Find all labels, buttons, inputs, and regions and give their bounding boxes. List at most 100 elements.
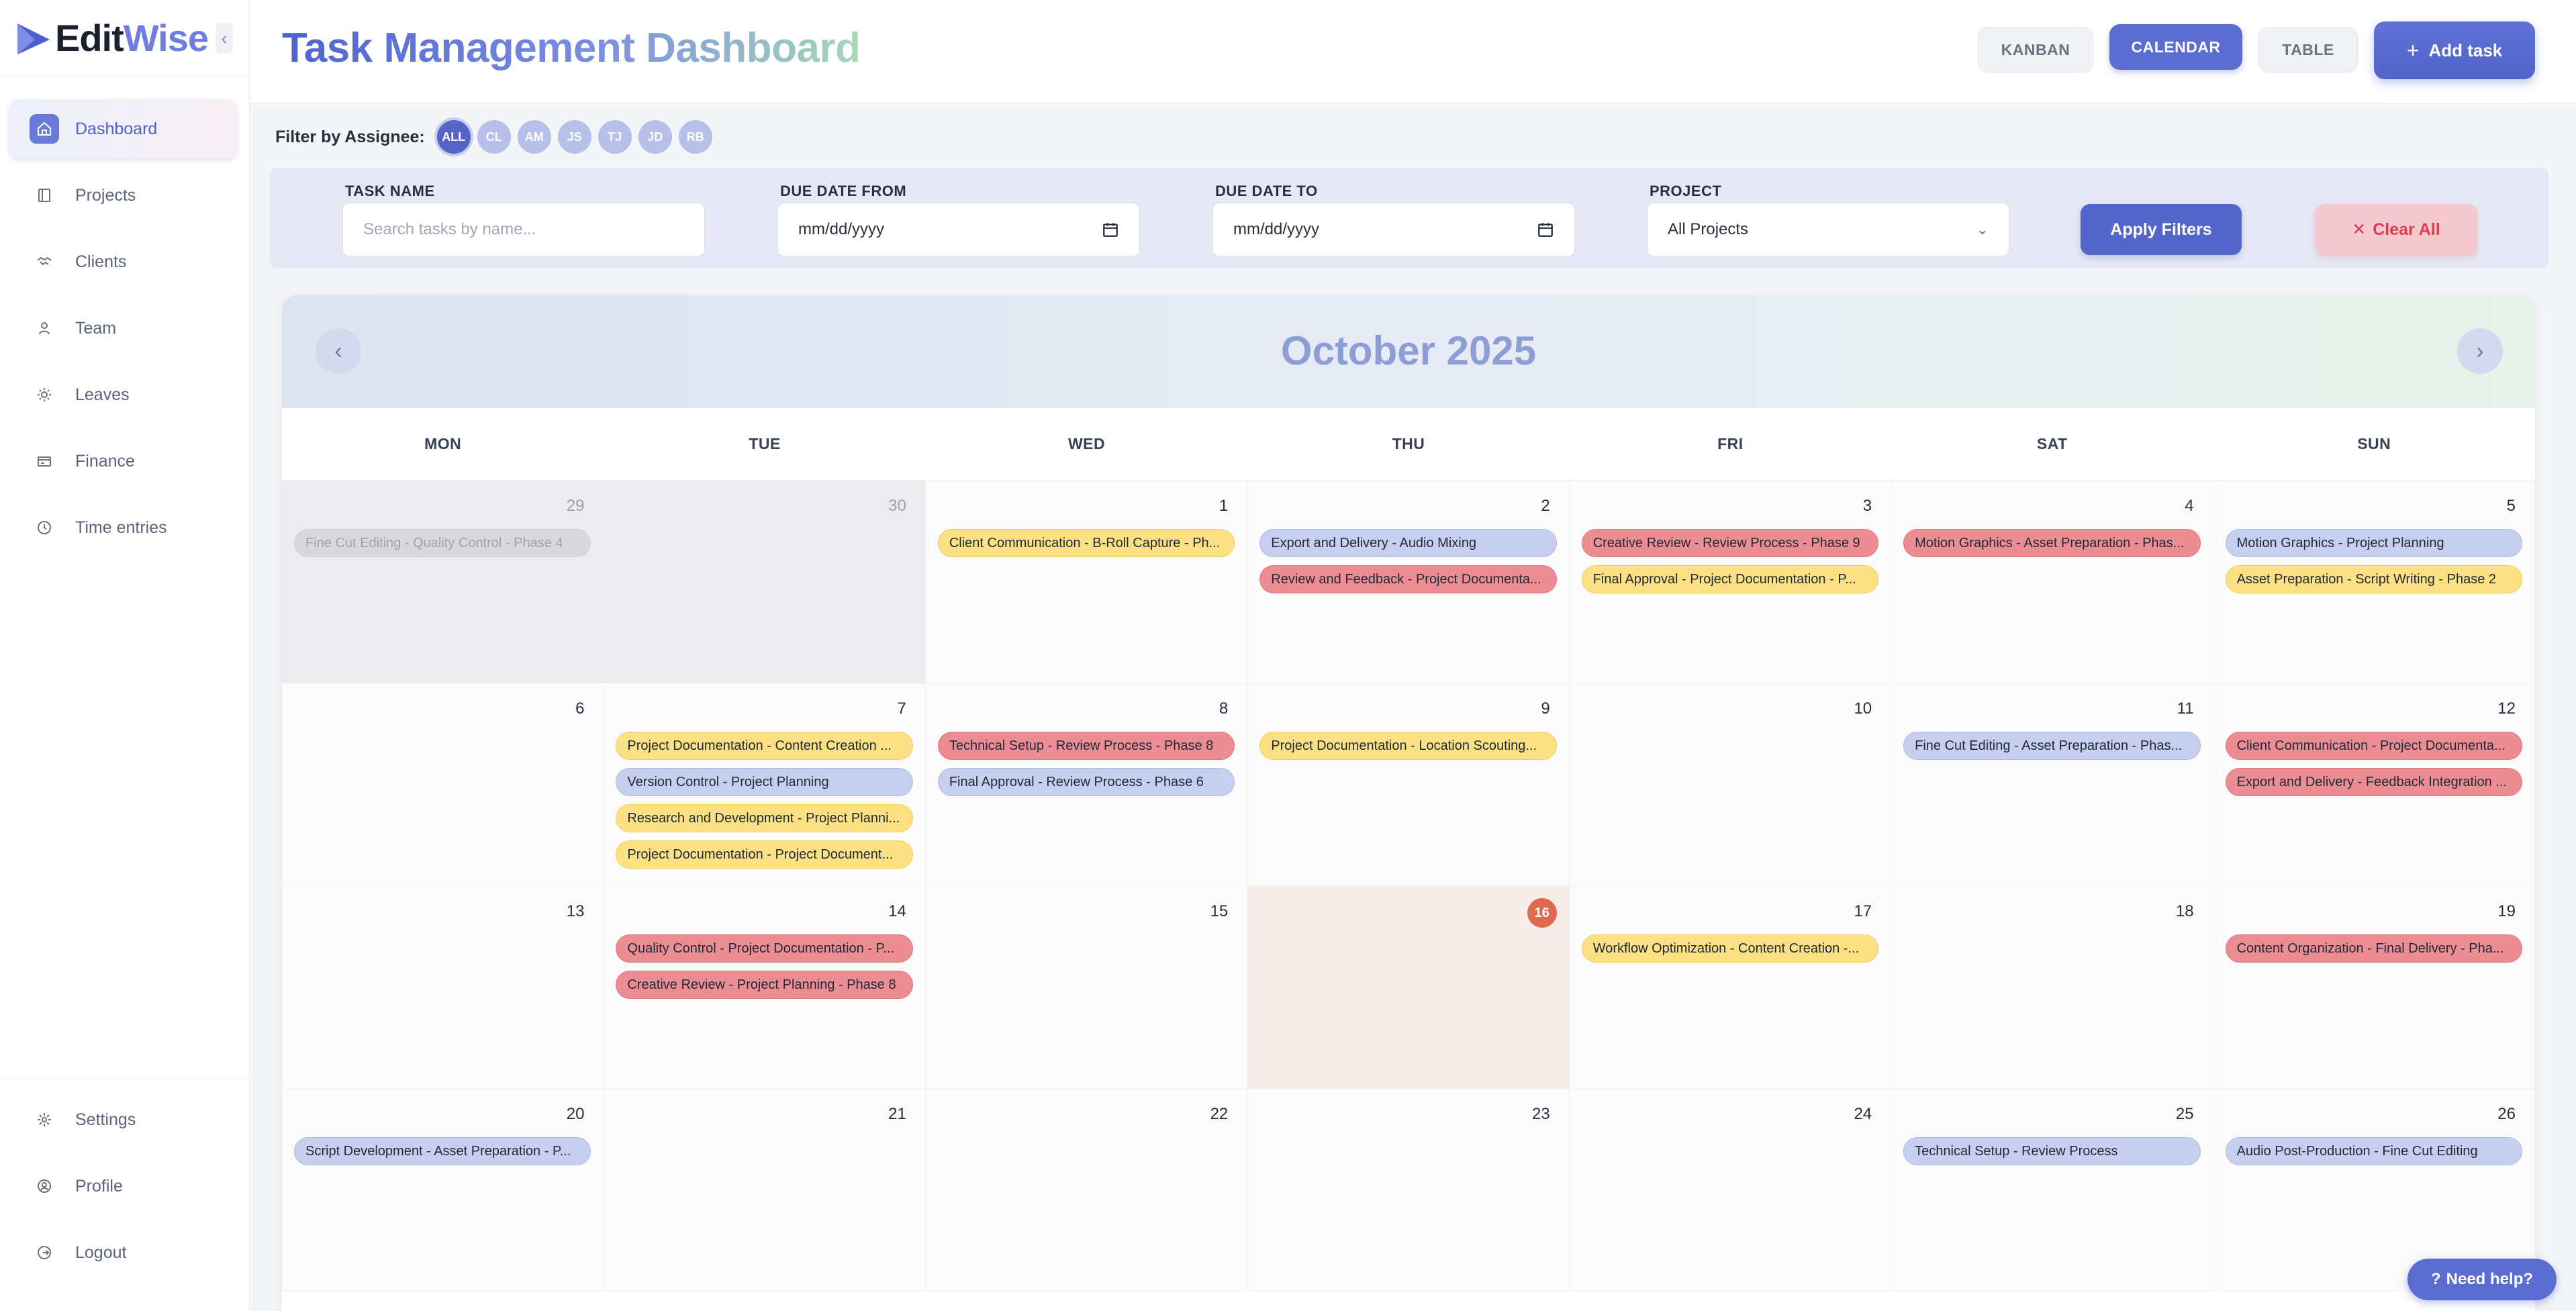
sidebar-item-logout[interactable]: Logout <box>9 1223 238 1282</box>
sidebar: EditWise ‹ Dashboard Projects Clients Te… <box>0 0 250 1311</box>
calendar-day[interactable]: 24 <box>1569 1089 1892 1292</box>
day-number: 25 <box>2175 1105 2194 1123</box>
task-chip[interactable]: Export and Delivery - Audio Mixing <box>1259 529 1557 557</box>
assignee-chip-jd[interactable]: JD <box>638 120 672 154</box>
calendar-day-today[interactable]: 16 <box>1247 886 1570 1089</box>
calendar-day[interactable]: 4 Motion Graphics - Asset Preparation - P… <box>1891 481 2213 683</box>
clear-all-label: Clear All <box>2373 220 2440 239</box>
assignee-chip-js[interactable]: JS <box>557 120 591 154</box>
day-number: 23 <box>1532 1105 1550 1123</box>
calendar-day[interactable]: 23 <box>1247 1089 1570 1292</box>
task-chip[interactable]: Version Control - Project Planning <box>616 768 913 796</box>
calendar-day[interactable]: 30 <box>604 481 926 683</box>
calendar-day[interactable]: 6 <box>282 683 604 886</box>
calendar-day[interactable]: 17 Workflow Optimization - Content Creati… <box>1569 886 1892 1089</box>
calendar-day[interactable]: 14 Quality Control - Project Documentatio… <box>604 886 926 1089</box>
task-chip[interactable]: Motion Graphics - Asset Preparation - Ph… <box>1903 529 2201 557</box>
assignee-chip-rb[interactable]: RB <box>678 120 712 154</box>
sidebar-item-team[interactable]: Team <box>9 299 237 358</box>
calendar-day[interactable]: 5 Motion Graphics - Project Planning Asset… <box>2213 481 2535 683</box>
calendar-day[interactable]: 1 Client Communication - B-Roll Capture -… <box>925 481 1248 683</box>
day-number: 3 <box>1862 497 1872 515</box>
task-chip[interactable]: Client Communication - B-Roll Capture - … <box>937 529 1235 557</box>
day-number: 7 <box>897 699 906 718</box>
calendar-day[interactable]: 25 Technical Setup - Review Process <box>1891 1089 2213 1292</box>
sidebar-item-profile[interactable]: Profile <box>9 1157 238 1216</box>
calendar-day[interactable]: 19 Content Organization - Final Delivery … <box>2213 886 2535 1089</box>
task-chip[interactable]: Client Communication - Project Documenta… <box>2225 732 2522 760</box>
task-chip[interactable]: Creative Review - Review Process - Phase… <box>1581 529 1879 557</box>
sidebar-item-settings[interactable]: Settings <box>9 1090 238 1149</box>
next-month-button[interactable]: › <box>2457 328 2503 374</box>
due-from-input[interactable]: mm/dd/yyyy <box>777 203 1140 256</box>
task-chip[interactable]: Asset Preparation - Script Writing - Pha… <box>2225 565 2522 593</box>
assignee-chip-am[interactable]: AM <box>517 120 551 154</box>
view-table-button[interactable]: TABLE <box>2258 27 2358 72</box>
task-chip[interactable]: Technical Setup - Review Process <box>1903 1137 2201 1165</box>
task-chip[interactable]: Quality Control - Project Documentation … <box>616 934 913 963</box>
task-chip[interactable]: Final Approval - Review Process - Phase … <box>937 768 1235 796</box>
sidebar-item-clients[interactable]: Clients <box>9 232 237 291</box>
calendar-day[interactable]: 10 <box>1569 683 1892 886</box>
sidebar-item-finance[interactable]: Finance <box>9 432 237 491</box>
sidebar-bottom: Settings Profile Logout <box>0 1079 250 1311</box>
task-chip[interactable]: Project Documentation - Content Creation… <box>616 732 913 760</box>
day-number: 20 <box>566 1105 585 1123</box>
brand-header: EditWise ‹ <box>0 0 249 77</box>
due-to-input[interactable]: mm/dd/yyyy <box>1212 203 1575 256</box>
task-chip[interactable]: Workflow Optimization - Content Creation… <box>1581 934 1879 963</box>
sidebar-item-projects[interactable]: Projects <box>9 166 237 225</box>
sidebar-collapse-button[interactable]: ‹ <box>216 23 233 54</box>
sidebar-item-time-entries[interactable]: Time entries <box>9 498 237 557</box>
brand-logo-icon <box>17 23 50 54</box>
project-select[interactable]: All Projects ⌄ <box>1647 203 2009 256</box>
calendar-day[interactable]: 8 Technical Setup - Review Process - Phas… <box>925 683 1248 886</box>
calendar-day[interactable]: 15 <box>925 886 1248 1089</box>
calendar-day[interactable]: 13 <box>282 886 604 1089</box>
task-chip[interactable]: Project Documentation - Project Document… <box>616 840 913 869</box>
clear-all-button[interactable]: ✕ Clear All <box>2315 204 2477 255</box>
task-chip[interactable]: Final Approval - Project Documentation -… <box>1581 565 1879 593</box>
add-task-button[interactable]: + Add task <box>2374 21 2535 79</box>
task-chip[interactable]: Audio Post-Production - Fine Cut Editing <box>2225 1137 2522 1165</box>
day-number: 8 <box>1219 699 1229 718</box>
view-calendar-button[interactable]: CALENDAR <box>2109 24 2242 70</box>
filter-bar: TASK NAME Search tasks by name... DUE DA… <box>270 168 2548 269</box>
calendar-day[interactable]: 9 Project Documentation - Location Scouti… <box>1247 683 1570 886</box>
view-kanban-button[interactable]: KANBAN <box>1978 27 2093 72</box>
task-chip[interactable]: Creative Review - Project Planning - Pha… <box>616 971 913 999</box>
project-label: PROJECT <box>1650 183 1722 199</box>
assignee-chip-all[interactable]: ALL <box>436 120 471 154</box>
calendar-day[interactable]: 18 <box>1891 886 2213 1089</box>
task-chip[interactable]: Fine Cut Editing - Asset Preparation - P… <box>1903 732 2201 760</box>
need-help-button[interactable]: ? Need help? <box>2407 1259 2557 1300</box>
calendar-day[interactable]: 3 Creative Review - Review Process - Phas… <box>1569 481 1892 683</box>
task-name-input[interactable]: Search tasks by name... <box>342 203 705 256</box>
calendar-day[interactable]: 29 Fine Cut Editing - Quality Control - P… <box>282 481 604 683</box>
assignee-chip-cl[interactable]: CL <box>477 120 511 154</box>
sun-icon <box>30 380 59 409</box>
folder-icon <box>30 181 59 210</box>
calendar-day[interactable]: 22 <box>925 1089 1248 1292</box>
task-chip[interactable]: Export and Delivery - Feedback Integrati… <box>2225 768 2522 796</box>
sidebar-item-leaves[interactable]: Leaves <box>9 365 237 424</box>
task-chip[interactable]: Content Organization - Final Delivery - … <box>2225 934 2522 963</box>
calendar-day[interactable]: 2 Export and Delivery - Audio Mixing Revie… <box>1247 481 1570 683</box>
due-from-value: mm/dd/yyyy <box>798 220 885 238</box>
task-chip[interactable]: Project Documentation - Location Scoutin… <box>1259 732 1557 760</box>
calendar-day[interactable]: 12 Client Communication - Project Documen… <box>2213 683 2535 886</box>
calendar-day[interactable]: 20 Script Development - Asset Preparation… <box>282 1089 604 1292</box>
task-chip[interactable]: Motion Graphics - Project Planning <box>2225 529 2522 557</box>
task-chip[interactable]: Research and Development - Project Plann… <box>616 804 913 832</box>
task-chip[interactable]: Review and Feedback - Project Documenta.… <box>1259 565 1557 593</box>
assignee-chip-tj[interactable]: TJ <box>598 120 632 154</box>
calendar-day[interactable]: 7 Project Documentation - Content Creatio… <box>604 683 926 886</box>
day-number: 13 <box>566 902 585 920</box>
calendar-day[interactable]: 11 Fine Cut Editing - Asset Preparation -… <box>1891 683 2213 886</box>
apply-filters-button[interactable]: Apply Filters <box>2081 204 2242 255</box>
task-chip[interactable]: Technical Setup - Review Process - Phase… <box>937 732 1235 760</box>
calendar-day[interactable]: 21 <box>604 1089 926 1292</box>
sidebar-item-dashboard[interactable]: Dashboard <box>9 99 237 158</box>
task-chip[interactable]: Fine Cut Editing - Quality Control - Pha… <box>294 529 591 557</box>
task-chip[interactable]: Script Development - Asset Preparation -… <box>294 1137 591 1165</box>
